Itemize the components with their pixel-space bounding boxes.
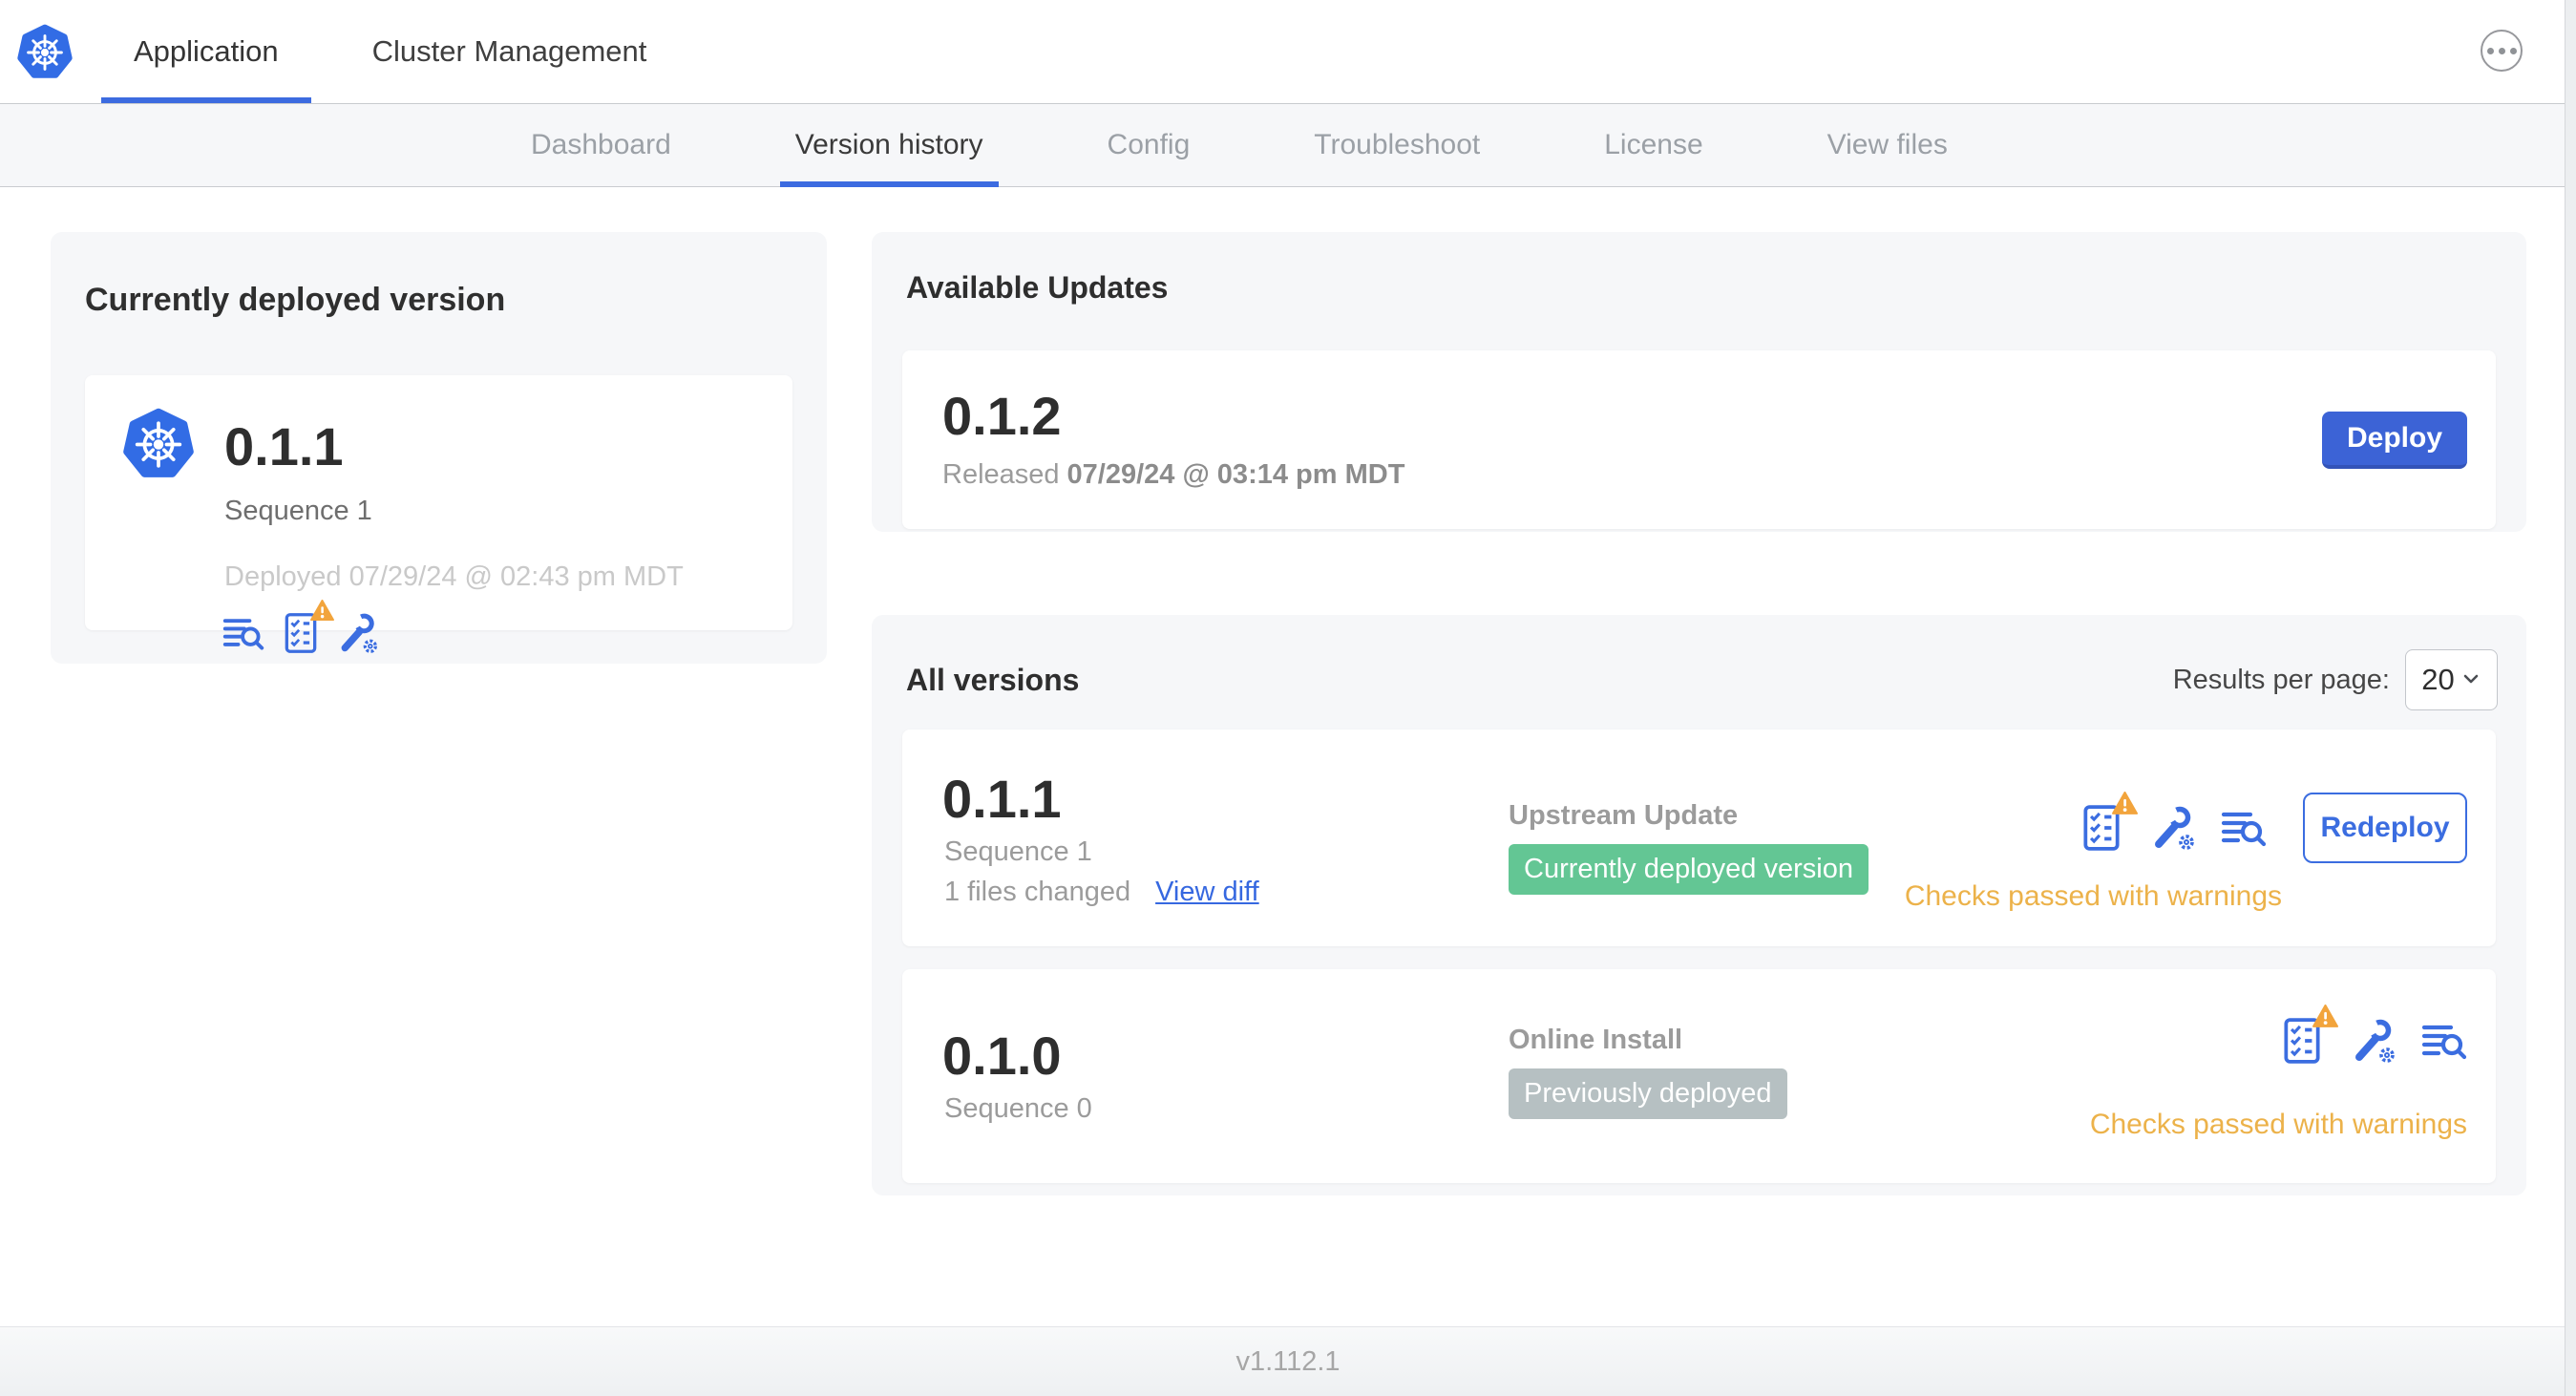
- logs-icon[interactable]: [2221, 805, 2267, 851]
- version-source: Online Install: [1509, 1025, 1683, 1055]
- results-per-page-select[interactable]: 20: [2405, 649, 2498, 710]
- warning-icon: [2112, 792, 2138, 820]
- console-version: v1.112.1: [1235, 1345, 1341, 1377]
- logs-icon[interactable]: [222, 612, 264, 654]
- app-subnav: Dashboard Version history Config Trouble…: [0, 104, 2576, 187]
- update-released-date: 07/29/24 @ 03:14 pm MDT: [1066, 459, 1405, 491]
- config-icon[interactable]: [2351, 1018, 2397, 1064]
- kubernetes-logo: [123, 408, 194, 486]
- config-icon[interactable]: [337, 612, 379, 654]
- version-number: 0.1.1: [942, 769, 1062, 829]
- tab-config[interactable]: Config: [1092, 104, 1206, 186]
- files-changed-label: 1 files changed: [944, 877, 1131, 907]
- version-sequence: Sequence 1: [944, 836, 1092, 867]
- status-badge: Currently deployed version: [1509, 844, 1869, 895]
- results-per-page-label: Results per page:: [2172, 664, 2390, 695]
- chevron-down-icon: [2460, 663, 2481, 697]
- version-sequence: Sequence 0: [944, 1093, 1092, 1124]
- preflight-checks-icon[interactable]: [280, 600, 334, 654]
- config-icon[interactable]: [2150, 805, 2196, 851]
- all-versions-card: All versions Results per page: 20 0.1.1 …: [872, 615, 2526, 1195]
- tab-application[interactable]: Application: [101, 0, 311, 103]
- checks-status[interactable]: Checks passed with warnings: [2090, 1109, 2467, 1141]
- view-diff-link[interactable]: View diff: [1155, 877, 1259, 908]
- tab-license[interactable]: License: [1589, 104, 1718, 186]
- all-versions-title: All versions: [906, 662, 1080, 697]
- tab-view-files[interactable]: View files: [1812, 104, 1963, 186]
- tab-dashboard[interactable]: Dashboard: [516, 104, 686, 186]
- warning-icon: [310, 600, 334, 626]
- app-root: { "header": { "tabs": [ {"label": "Appli…: [0, 0, 2576, 1396]
- available-updates-title: Available Updates: [906, 270, 1169, 305]
- deployed-sequence: Sequence 1: [224, 496, 372, 526]
- preflight-checks-icon[interactable]: [2278, 1005, 2338, 1065]
- tab-version-history[interactable]: Version history: [779, 104, 999, 187]
- tab-troubleshoot[interactable]: Troubleshoot: [1299, 104, 1495, 186]
- preflight-checks-icon[interactable]: [2078, 792, 2138, 852]
- tab-cluster-management[interactable]: Cluster Management: [340, 0, 680, 103]
- version-row: 0.1.0 Sequence 0 Online Install Previous…: [902, 969, 2496, 1183]
- checks-status[interactable]: Checks passed with warnings: [1905, 880, 2282, 913]
- update-row: 0.1.2 Released 07/29/24 @ 03:14 pm MDT De…: [902, 350, 2496, 529]
- currently-deployed-card: Currently deployed version 0.1.1 Sequenc…: [51, 232, 827, 664]
- deployed-version-number: 0.1.1: [224, 415, 344, 476]
- footer: v1.112.1: [0, 1326, 2576, 1396]
- ellipsis-icon: [2486, 47, 2494, 54]
- update-released-line: Released 07/29/24 @ 03:14 pm MDT: [942, 459, 1405, 491]
- kubernetes-logo: [17, 24, 73, 81]
- deployed-version-panel: 0.1.1 Sequence 1 Deployed 07/29/24 @ 02:…: [85, 375, 792, 653]
- deploy-button[interactable]: Deploy: [2322, 411, 2467, 469]
- version-source: Upstream Update: [1509, 800, 1739, 831]
- status-badge: Previously deployed: [1509, 1068, 1787, 1119]
- deployed-card-title: Currently deployed version: [85, 282, 506, 318]
- version-number: 0.1.0: [942, 1026, 1062, 1086]
- available-updates-card: Available Updates 0.1.2 Released 07/29/24…: [872, 232, 2526, 532]
- more-menu-button[interactable]: [2481, 30, 2523, 72]
- redeploy-button[interactable]: Redeploy: [2303, 793, 2467, 863]
- update-version-number: 0.1.2: [942, 385, 1062, 446]
- logs-icon[interactable]: [2421, 1018, 2467, 1064]
- version-row: 0.1.1 Sequence 1 1 files changed View di…: [902, 730, 2496, 946]
- top-header: Application Cluster Management: [0, 0, 2576, 104]
- deployed-timestamp: Deployed 07/29/24 @ 02:43 pm MDT: [224, 561, 684, 592]
- scrollbar[interactable]: [2565, 0, 2576, 1396]
- warning-icon: [2312, 1005, 2338, 1033]
